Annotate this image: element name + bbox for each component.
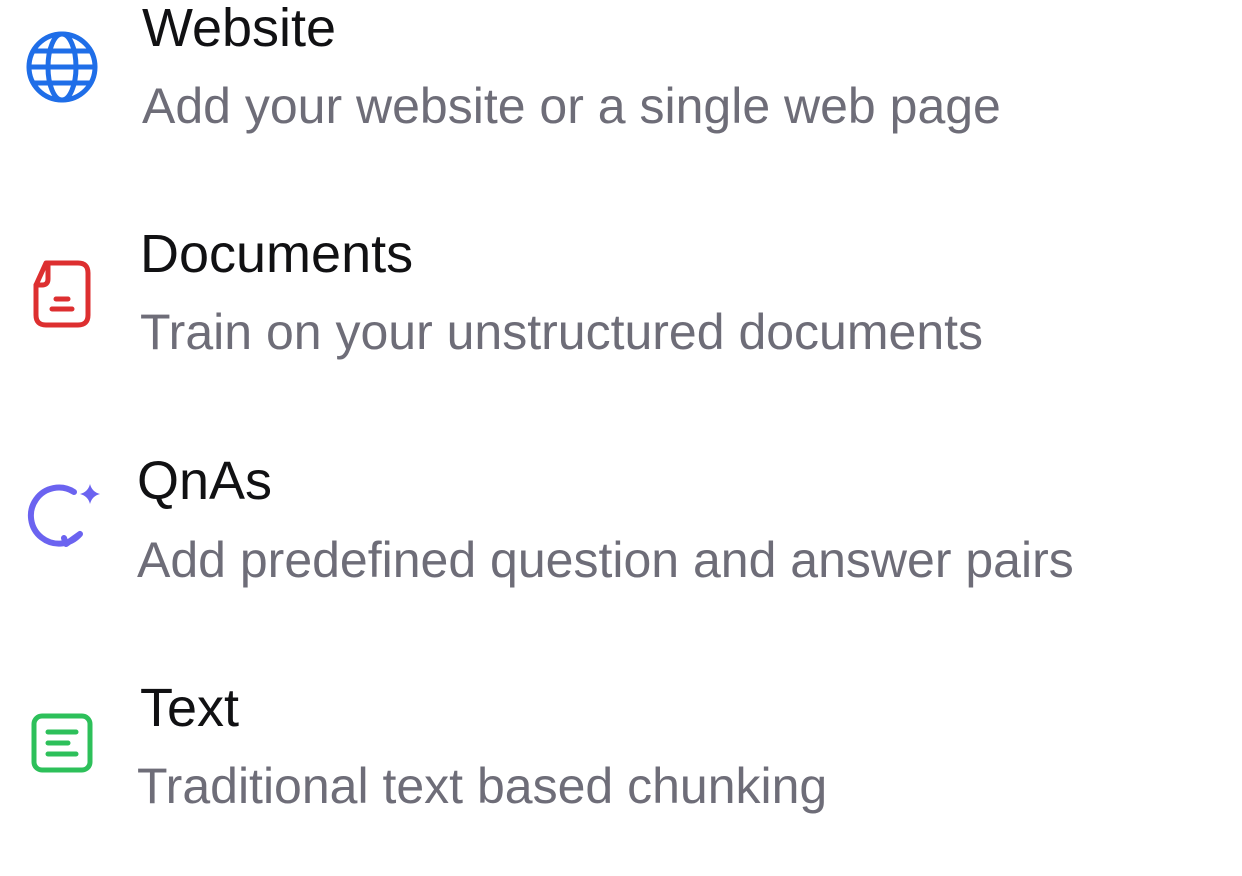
option-title: Text xyxy=(140,678,240,738)
source-option-text[interactable]: Text Traditional text based chunking xyxy=(0,676,1242,876)
source-option-website[interactable]: Website Add your website or a single web… xyxy=(0,0,1242,200)
option-description: Train on your unstructured documents xyxy=(140,304,984,360)
text-lines-icon xyxy=(22,704,102,784)
option-title: Documents xyxy=(140,224,414,284)
option-description: Traditional text based chunking xyxy=(137,758,828,814)
document-icon xyxy=(22,253,102,333)
option-title: QnAs xyxy=(137,451,273,511)
option-description: Add predefined question and answer pairs xyxy=(137,532,1074,588)
source-option-qnas[interactable]: QnAs Add predefined question and answer … xyxy=(0,450,1242,650)
option-description: Add your website or a single web page xyxy=(142,78,1001,134)
option-title: Website xyxy=(142,0,337,58)
globe-icon xyxy=(22,27,102,107)
chat-sparkle-icon xyxy=(22,478,102,558)
source-option-documents[interactable]: Documents Train on your unstructured doc… xyxy=(0,220,1242,420)
